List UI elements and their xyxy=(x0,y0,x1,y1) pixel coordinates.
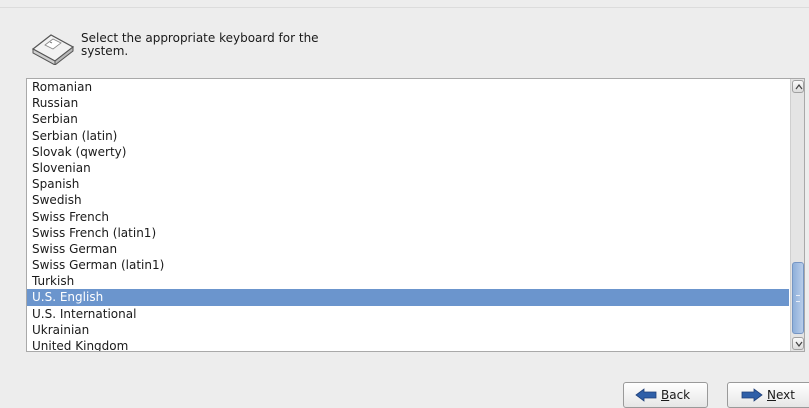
scroll-down-button[interactable] xyxy=(792,337,804,350)
list-item[interactable]: United Kingdom xyxy=(27,338,789,351)
scroll-up-button[interactable] xyxy=(792,80,804,93)
back-label-mnemonic: B xyxy=(661,388,670,402)
list-item[interactable]: Swiss German (latin1) xyxy=(27,257,789,273)
chevron-down-icon xyxy=(795,341,803,347)
vertical-scrollbar[interactable] xyxy=(790,79,804,351)
chevron-up-icon xyxy=(795,84,803,90)
grip-icon xyxy=(796,295,800,302)
next-button[interactable]: Next xyxy=(727,382,809,408)
arrow-left-icon xyxy=(635,388,657,402)
list-item[interactable]: Swiss French (latin1) xyxy=(27,225,789,241)
next-label-mnemonic: N xyxy=(767,388,776,402)
keyboard-icon xyxy=(31,34,75,65)
list-item[interactable]: Serbian (latin) xyxy=(27,128,789,144)
list-item[interactable]: Swiss French xyxy=(27,209,789,225)
list-item[interactable]: Slovak (qwerty) xyxy=(27,144,789,160)
arrow-right-icon xyxy=(741,388,763,402)
list-item[interactable]: Russian xyxy=(27,95,789,111)
list-item[interactable]: Spanish xyxy=(27,176,789,192)
list-item[interactable]: U.S. English xyxy=(27,289,789,306)
list-item[interactable]: Serbian xyxy=(27,111,789,127)
list-item[interactable]: Slovenian xyxy=(27,160,789,176)
list-item[interactable]: Swedish xyxy=(27,192,789,208)
list-item[interactable]: Turkish xyxy=(27,273,789,289)
keyboard-list[interactable]: Romanian Russian Serbian Serbian (latin) Slo… xyxy=(26,78,805,352)
top-divider xyxy=(0,7,809,8)
back-button[interactable]: Back xyxy=(623,382,708,408)
list-item[interactable]: Ukrainian xyxy=(27,322,789,338)
page-prompt: Select the appropriate keyboard for the … xyxy=(81,31,319,58)
next-label: ext xyxy=(775,388,795,402)
back-label: ack xyxy=(669,388,691,402)
list-item[interactable]: Swiss German xyxy=(27,241,789,257)
list-item[interactable]: Romanian xyxy=(27,79,789,95)
keyboard-list-items[interactable]: Romanian Russian Serbian Serbian (latin) Slo… xyxy=(27,79,789,351)
list-item[interactable]: U.S. International xyxy=(27,306,789,322)
scroll-thumb[interactable] xyxy=(792,262,804,334)
